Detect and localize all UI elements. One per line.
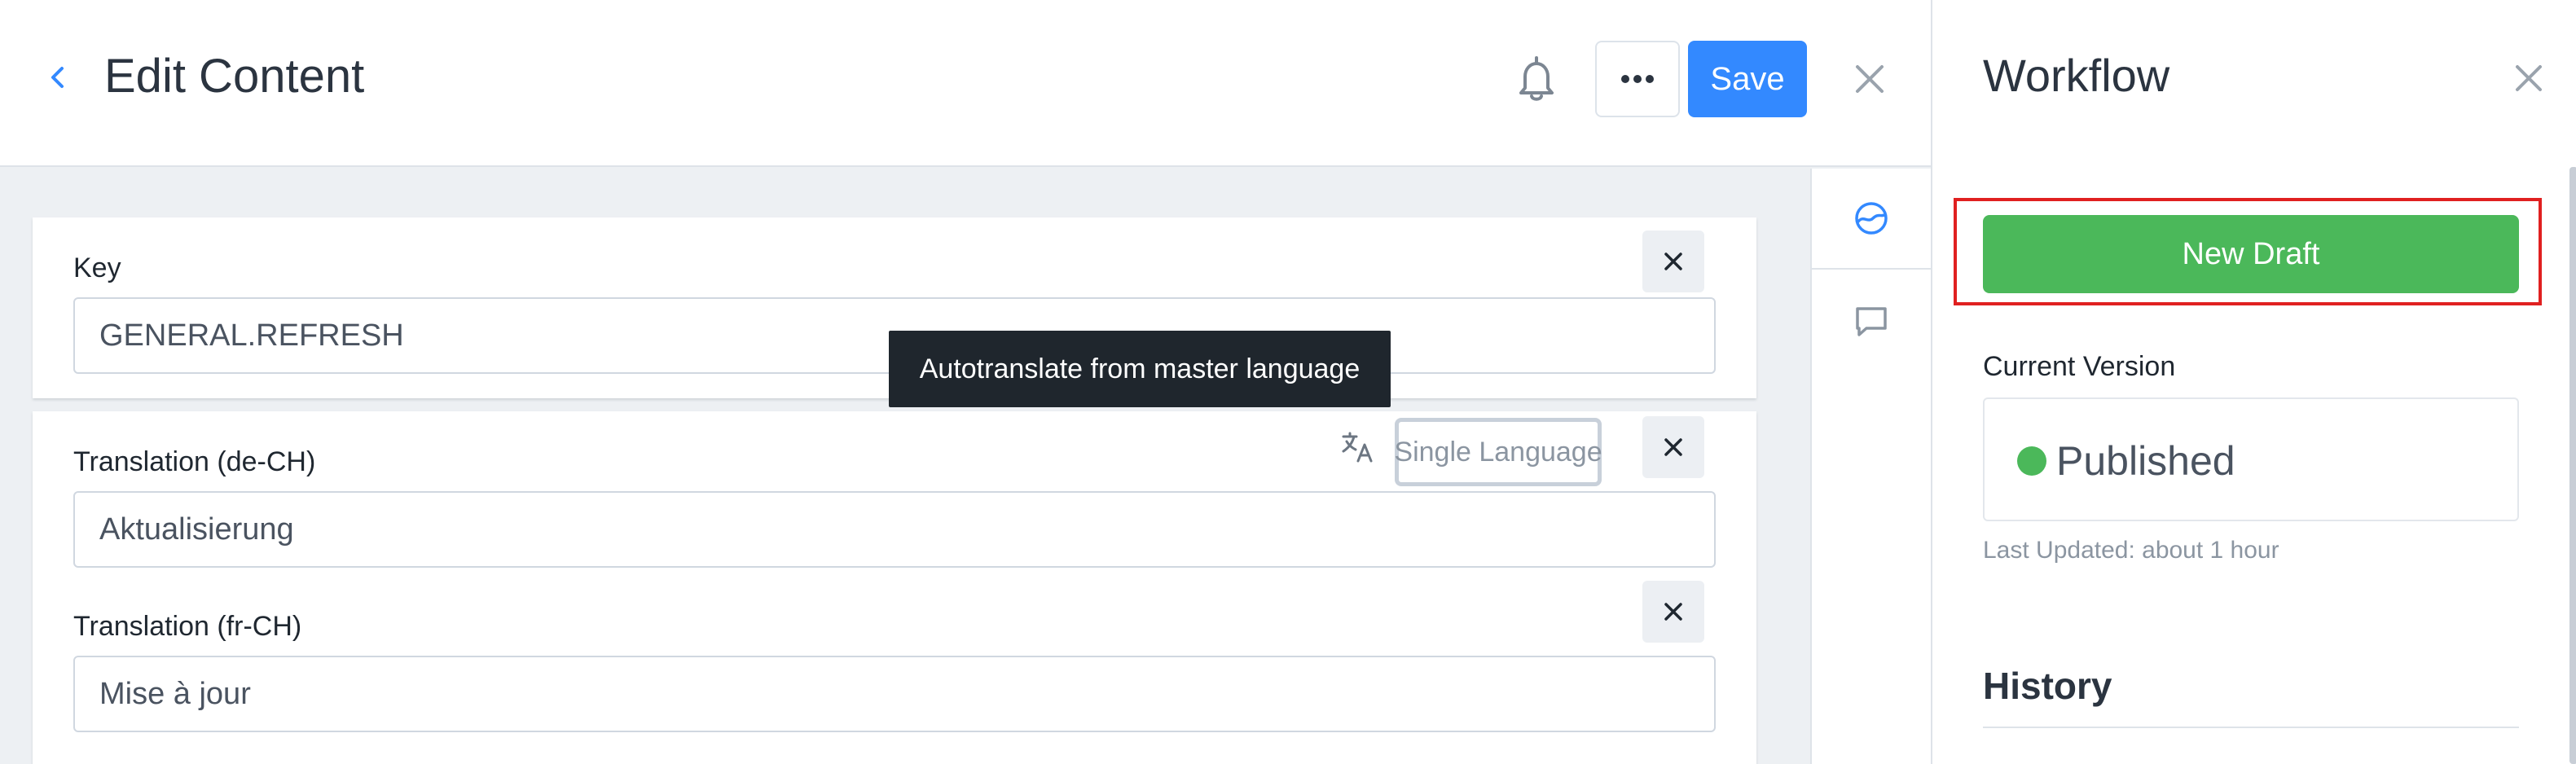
close-icon (1856, 65, 1884, 93)
translation-de-input[interactable]: Aktualisierung (73, 491, 1716, 568)
translate-icon (1342, 432, 1373, 463)
current-version-label: Current Version (1983, 351, 2176, 382)
history-heading: History (1983, 665, 2112, 707)
main-area: Edit Content Save Key GENERAL.REFRESH Tr… (0, 0, 1931, 764)
workflow-panel: Workflow New Draft Current Version Publi… (1931, 0, 2576, 764)
close-icon (1664, 438, 1682, 456)
workflow-title: Workflow (1983, 50, 2170, 101)
save-button[interactable]: Save (1688, 41, 1807, 117)
translation-field-card: Translation (de-CH) Single Language Aktu… (33, 411, 1756, 764)
translation-fr-clear-button[interactable] (1642, 581, 1704, 643)
close-icon (2516, 65, 2542, 91)
tab-history[interactable] (1812, 169, 1931, 270)
workflow-scrollbar[interactable] (2569, 167, 2576, 764)
last-updated-text: Last Updated: about 1 hour (1983, 537, 2279, 564)
more-horizontal-icon (1621, 75, 1654, 83)
page-title: Edit Content (104, 50, 365, 103)
history-divider (1983, 727, 2519, 728)
tab-comments[interactable] (1812, 271, 1931, 372)
history-icon (1855, 202, 1888, 235)
translation-fr-label: Translation (fr-CH) (73, 611, 302, 642)
side-tab-strip (1810, 169, 1931, 764)
autotranslate-button[interactable] (1340, 429, 1376, 465)
comments-icon (1856, 307, 1887, 336)
key-clear-button[interactable] (1642, 231, 1704, 292)
app-root: Edit Content Save Key GENERAL.REFRESH Tr… (0, 0, 2576, 764)
translation-de-clear-button[interactable] (1642, 416, 1704, 478)
autotranslate-tooltip: Autotranslate from master language (889, 331, 1391, 407)
status-dot-icon (2017, 446, 2046, 476)
content-header: Edit Content Save (0, 0, 1931, 167)
bell-icon (1519, 56, 1554, 101)
notifications-button[interactable] (1514, 54, 1559, 104)
current-version-box: Published (1983, 397, 2519, 521)
close-editor-button[interactable] (1851, 60, 1888, 98)
status-badge: Published (2056, 438, 2235, 484)
new-draft-button[interactable]: New Draft (1983, 215, 2519, 293)
translation-de-label: Translation (de-CH) (73, 446, 316, 477)
more-options-button[interactable] (1595, 41, 1680, 117)
close-icon (1664, 252, 1682, 270)
chevron-left-icon (51, 67, 64, 88)
single-language-toggle[interactable]: Single Language (1394, 418, 1602, 486)
back-button[interactable] (42, 57, 75, 98)
translation-fr-input[interactable]: Mise à jour (73, 656, 1716, 732)
content-form: Key GENERAL.REFRESH Translation (de-CH) (0, 169, 1810, 764)
key-label: Key (73, 252, 121, 283)
close-icon (1664, 603, 1682, 621)
close-workflow-button[interactable] (2511, 60, 2547, 96)
